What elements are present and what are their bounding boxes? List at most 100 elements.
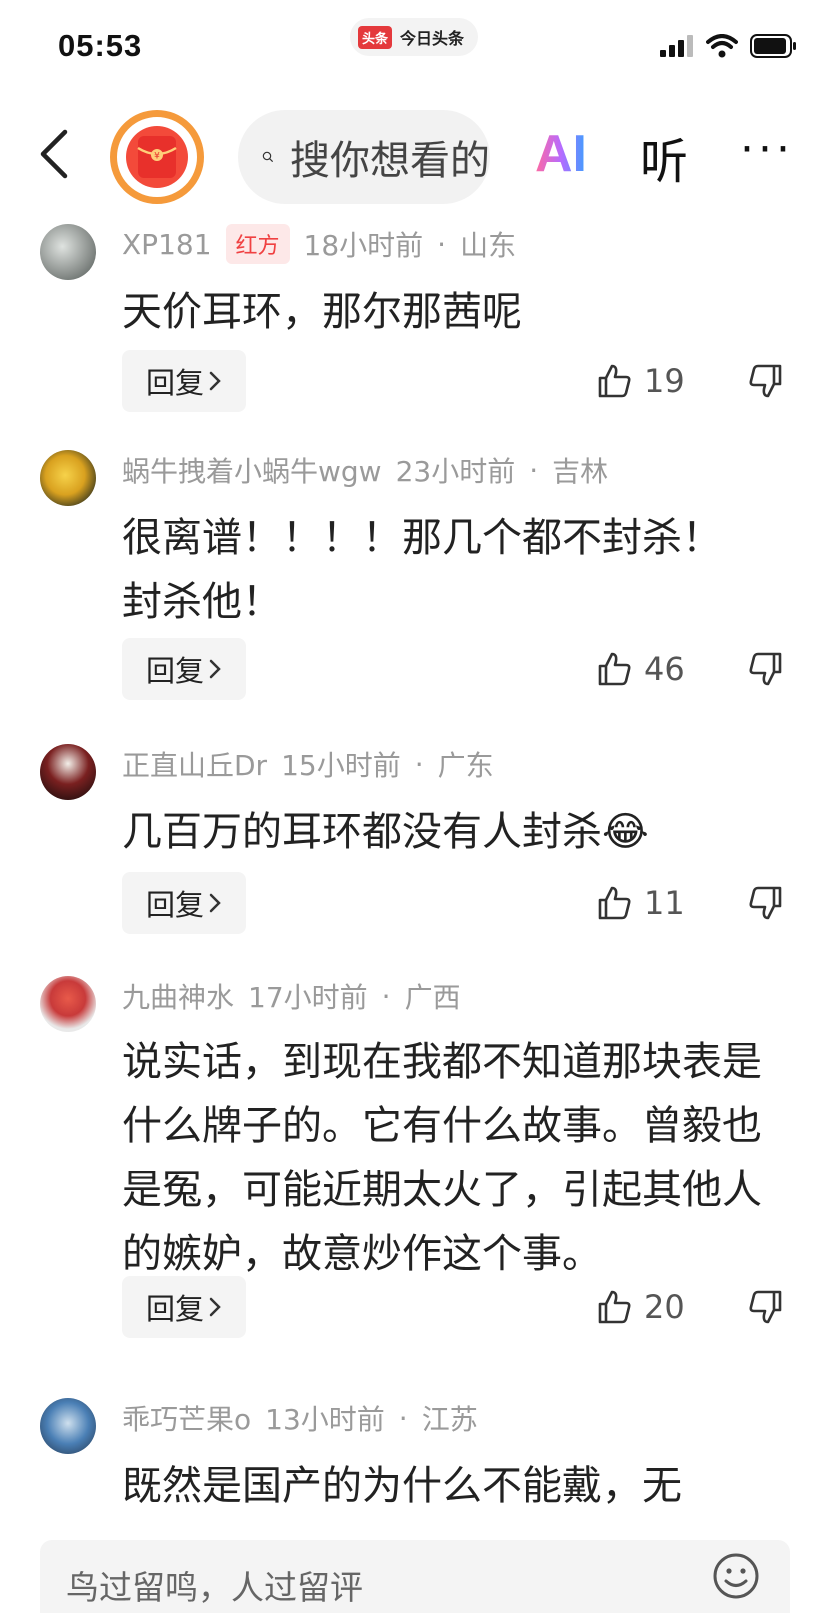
- reply-button[interactable]: 回复: [122, 872, 246, 934]
- emoji-button[interactable]: [712, 1552, 806, 1604]
- red-packet-icon: ¥: [126, 126, 188, 188]
- app-name: 今日头条: [400, 29, 465, 48]
- username[interactable]: 蜗牛拽着小蜗牛wgw: [122, 450, 382, 490]
- bottom-bar: 鸟过留鸣，人过留评: [0, 1530, 828, 1613]
- comment-time: 23小时前: [395, 455, 516, 488]
- more-button[interactable]: ···: [740, 128, 794, 172]
- comment-item: 蜗牛拽着小蜗牛wgw 23小时前 · 吉林 很离谱！！！！那几个都不封杀！封杀他…: [0, 436, 828, 726]
- separator-dot: ·: [437, 227, 447, 261]
- thumbs-up-icon: [598, 364, 631, 398]
- like-count: 46: [644, 650, 685, 688]
- smiley-icon: [713, 1553, 759, 1599]
- avatar[interactable]: [40, 224, 96, 280]
- comment-meta: 九曲神水 17小时前 · 广西: [122, 976, 461, 1016]
- status-icons: [660, 34, 798, 58]
- comment-meta: 正直山丘Dr 15小时前 · 广东: [122, 744, 494, 784]
- comment-item: XP181 红方 18小时前 · 山东 天价耳环，那尔那茜呢 回复 19: [0, 210, 828, 430]
- search-input[interactable]: 搜你想看的: [238, 110, 490, 204]
- username[interactable]: 正直山丘Dr: [122, 744, 267, 784]
- comment-time: 13小时前: [265, 1403, 385, 1436]
- reply-label: 回复: [145, 1292, 204, 1326]
- chevron-left-icon: [40, 129, 68, 179]
- comment-input[interactable]: 鸟过留鸣，人过留评: [40, 1540, 790, 1613]
- chevron-right-icon: [209, 893, 221, 913]
- comment-meta: 乖巧芒果o 13小时前 · 江苏: [122, 1398, 478, 1438]
- dislike-button[interactable]: [748, 638, 784, 700]
- ai-button[interactable]: AI: [535, 125, 587, 183]
- like-count: 11: [644, 884, 685, 922]
- comment-time: 17小时前: [248, 981, 368, 1014]
- separator-dot: ·: [529, 453, 539, 487]
- like-button[interactable]: 11: [596, 872, 685, 934]
- comment-text: 几百万的耳环都没有人封杀😂: [122, 809, 649, 855]
- username[interactable]: XP181: [122, 228, 212, 261]
- chevron-right-icon: [209, 371, 221, 391]
- signal-icon: [660, 35, 693, 57]
- avatar[interactable]: [40, 1398, 96, 1454]
- comment-location: 山东: [460, 229, 517, 262]
- thumbs-up-icon: [598, 886, 631, 920]
- envelope-icon: ¥: [137, 136, 177, 178]
- like-count: 20: [644, 1288, 685, 1326]
- reply-button[interactable]: 回复: [122, 1276, 246, 1338]
- comment-location: 江苏: [421, 1403, 478, 1436]
- thumbs-up-icon: [598, 1290, 631, 1324]
- comment-time: 18小时前: [303, 229, 424, 262]
- comment-text: 天价耳环，那尔那茜呢: [122, 289, 522, 335]
- thumbs-down-icon: [749, 1290, 782, 1324]
- comment-time: 15小时前: [281, 749, 401, 782]
- like-count: 19: [644, 362, 685, 400]
- red-packet-button[interactable]: ¥: [110, 110, 204, 204]
- thumbs-up-icon: [598, 652, 631, 686]
- back-button[interactable]: [32, 126, 76, 182]
- avatar[interactable]: [40, 744, 96, 800]
- search-icon: [262, 151, 273, 162]
- avatar[interactable]: [40, 976, 96, 1032]
- dislike-button[interactable]: [748, 872, 784, 934]
- comment-text: 说实话，到现在我都不知道那块表是什么牌子的。它有什么故事。曾毅也是冤，可能近期太…: [122, 1039, 762, 1277]
- comment-item: 乖巧芒果o 13小时前 · 江苏 既然是国产的为什么不能戴，无: [0, 1384, 828, 1530]
- separator-dot: ·: [398, 1401, 408, 1435]
- team-badge: 红方: [225, 224, 290, 264]
- like-button[interactable]: 20: [596, 1276, 685, 1338]
- toutiao-logo: 头条: [358, 25, 393, 49]
- dislike-button[interactable]: [748, 1276, 784, 1338]
- listen-button[interactable]: 听: [640, 122, 688, 192]
- dislike-button[interactable]: [748, 350, 784, 412]
- thumbs-down-icon: [749, 886, 782, 920]
- like-button[interactable]: 46: [596, 638, 685, 700]
- reply-label: 回复: [145, 366, 204, 400]
- comment-text: 既然是国产的为什么不能戴，无: [122, 1463, 682, 1509]
- separator-dot: ·: [381, 979, 391, 1013]
- thumbs-down-icon: [749, 652, 782, 686]
- reply-button[interactable]: 回复: [122, 638, 246, 700]
- username[interactable]: 乖巧芒果o: [122, 1398, 251, 1438]
- app-indicator[interactable]: 头条 今日头条: [350, 18, 479, 56]
- comment-item: 正直山丘Dr 15小时前 · 广东 几百万的耳环都没有人封杀😂 回复 11: [0, 730, 828, 955]
- comment-location: 广西: [404, 981, 461, 1014]
- comment-location: 广东: [437, 749, 494, 782]
- search-placeholder: 搜你想看的: [290, 138, 490, 184]
- svg-text:¥: ¥: [154, 152, 160, 162]
- avatar[interactable]: [40, 450, 96, 506]
- thumbs-down-icon: [749, 364, 782, 398]
- chevron-right-icon: [209, 1297, 221, 1317]
- status-time: 05:53: [58, 28, 143, 63]
- chevron-right-icon: [209, 659, 221, 679]
- comment-location: 吉林: [552, 455, 609, 488]
- like-button[interactable]: 19: [596, 350, 685, 412]
- battery-icon: [750, 34, 796, 58]
- wifi-icon: [706, 34, 738, 58]
- comment-meta: XP181 红方 18小时前 · 山东: [122, 224, 516, 264]
- status-bar: 05:53 头条 今日头条: [0, 0, 828, 100]
- reply-button[interactable]: 回复: [122, 350, 246, 412]
- comment-item: 九曲神水 17小时前 · 广西 说实话，到现在我都不知道那块表是什么牌子的。它有…: [0, 962, 828, 1372]
- reply-label: 回复: [145, 654, 204, 688]
- username[interactable]: 九曲神水: [122, 976, 234, 1016]
- comment-list: XP181 红方 18小时前 · 山东 天价耳环，那尔那茜呢 回复 19 蜗牛拽…: [0, 210, 828, 1530]
- reply-label: 回复: [145, 888, 204, 922]
- separator-dot: ·: [414, 747, 424, 781]
- comment-meta: 蜗牛拽着小蜗牛wgw 23小时前 · 吉林: [122, 450, 608, 490]
- comment-text: 很离谱！！！！那几个都不封杀！封杀他！: [122, 515, 722, 625]
- comment-input-placeholder: 鸟过留鸣，人过留评: [66, 1568, 363, 1607]
